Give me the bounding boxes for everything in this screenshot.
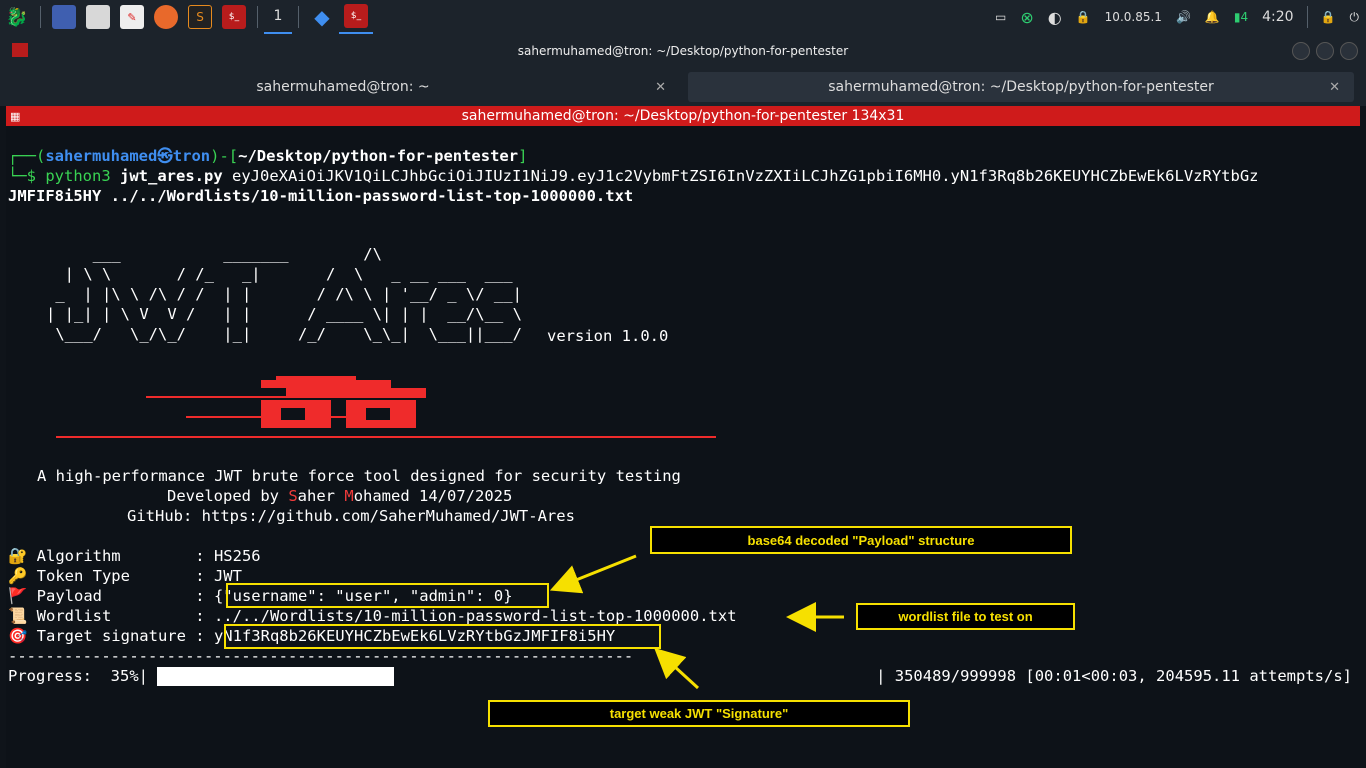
text-editor-icon[interactable]: ✎ bbox=[120, 5, 144, 29]
taskbar-separator bbox=[40, 6, 41, 28]
desktop-icon[interactable] bbox=[52, 5, 76, 29]
close-tab-icon[interactable]: ✕ bbox=[655, 80, 666, 95]
battery-icon[interactable]: ▮ 4 bbox=[1234, 10, 1248, 24]
terminal-menu-icon[interactable]: ▦ bbox=[10, 110, 20, 123]
theme-toggle-icon[interactable]: ◐ bbox=[1048, 8, 1062, 27]
tray-separator bbox=[1306, 6, 1308, 28]
terminal-task-icon: $_ bbox=[344, 4, 368, 28]
vpn-lock-icon[interactable]: 🔒 bbox=[1076, 10, 1091, 24]
kali-menu-icon[interactable]: 🐉 bbox=[5, 5, 29, 29]
close-tab-icon[interactable]: ✕ bbox=[1329, 80, 1340, 95]
terminal-launcher-icon[interactable]: $_ bbox=[222, 5, 246, 29]
system-tray: ▭ ⊗ ◐ 🔒 10.0.85.1 🔊 🔔 ▮ 4 4:20 🔒 ⏻ bbox=[988, 0, 1366, 34]
tab-label: sahermuhamed@tron: ~/Desktop/python-for-… bbox=[828, 79, 1214, 95]
taskbar-separator bbox=[257, 6, 258, 28]
file-manager-icon[interactable] bbox=[86, 5, 110, 29]
window-icon bbox=[12, 43, 28, 57]
tab-pentester[interactable]: sahermuhamed@tron: ~/Desktop/python-for-… bbox=[688, 72, 1354, 102]
vscode-icon[interactable]: ◆ bbox=[310, 5, 334, 29]
firefox-icon[interactable] bbox=[154, 5, 178, 29]
network-manager-icon[interactable]: ⊗ bbox=[1020, 8, 1033, 27]
maximize-button[interactable] bbox=[1316, 42, 1334, 60]
terminal-header-title: sahermuhamed@tron: ~/Desktop/python-for-… bbox=[461, 108, 905, 124]
terminal-header: ▦ sahermuhamed@tron: ~/Desktop/python-fo… bbox=[6, 106, 1360, 126]
taskbar-separator bbox=[298, 6, 299, 28]
notifications-icon[interactable]: 🔔 bbox=[1205, 10, 1220, 24]
minimize-button[interactable] bbox=[1292, 42, 1310, 60]
window-titlebar: sahermuhamed@tron: ~/Desktop/python-for-… bbox=[0, 34, 1366, 68]
lock-screen-icon[interactable]: 🔒 bbox=[1321, 10, 1336, 24]
tab-label: sahermuhamed@tron: ~ bbox=[256, 79, 430, 95]
window-title: sahermuhamed@tron: ~/Desktop/python-for-… bbox=[517, 44, 849, 58]
taskbar: 🐉 ✎ S $_ 1 ◆ $_ ▭ ⊗ ◐ 🔒 10.0.85.1 🔊 🔔 ▮ 4… bbox=[0, 0, 1366, 34]
volume-icon[interactable]: 🔊 bbox=[1176, 10, 1191, 24]
close-window-button[interactable] bbox=[1340, 42, 1358, 60]
workspace-switcher[interactable]: 1 bbox=[264, 0, 292, 34]
burp-icon[interactable]: S bbox=[188, 5, 212, 29]
display-icon[interactable]: ▭ bbox=[995, 10, 1006, 24]
tab-home[interactable]: sahermuhamed@tron: ~ ✕ bbox=[6, 72, 680, 102]
power-icon[interactable]: ⏻ bbox=[1350, 10, 1360, 25]
clock[interactable]: 4:20 bbox=[1262, 9, 1293, 25]
annotation-arrows bbox=[549, 554, 844, 690]
battery-label: 4 bbox=[1240, 10, 1249, 24]
tab-bar: sahermuhamed@tron: ~ ✕ sahermuhamed@tron… bbox=[0, 68, 1366, 106]
terminal-body[interactable]: ┌──(sahermuhamed㉿tron)-[~/Desktop/python… bbox=[6, 126, 1360, 768]
ip-address: 10.0.85.1 bbox=[1104, 10, 1162, 24]
active-terminal-task[interactable]: $_ bbox=[339, 0, 373, 34]
